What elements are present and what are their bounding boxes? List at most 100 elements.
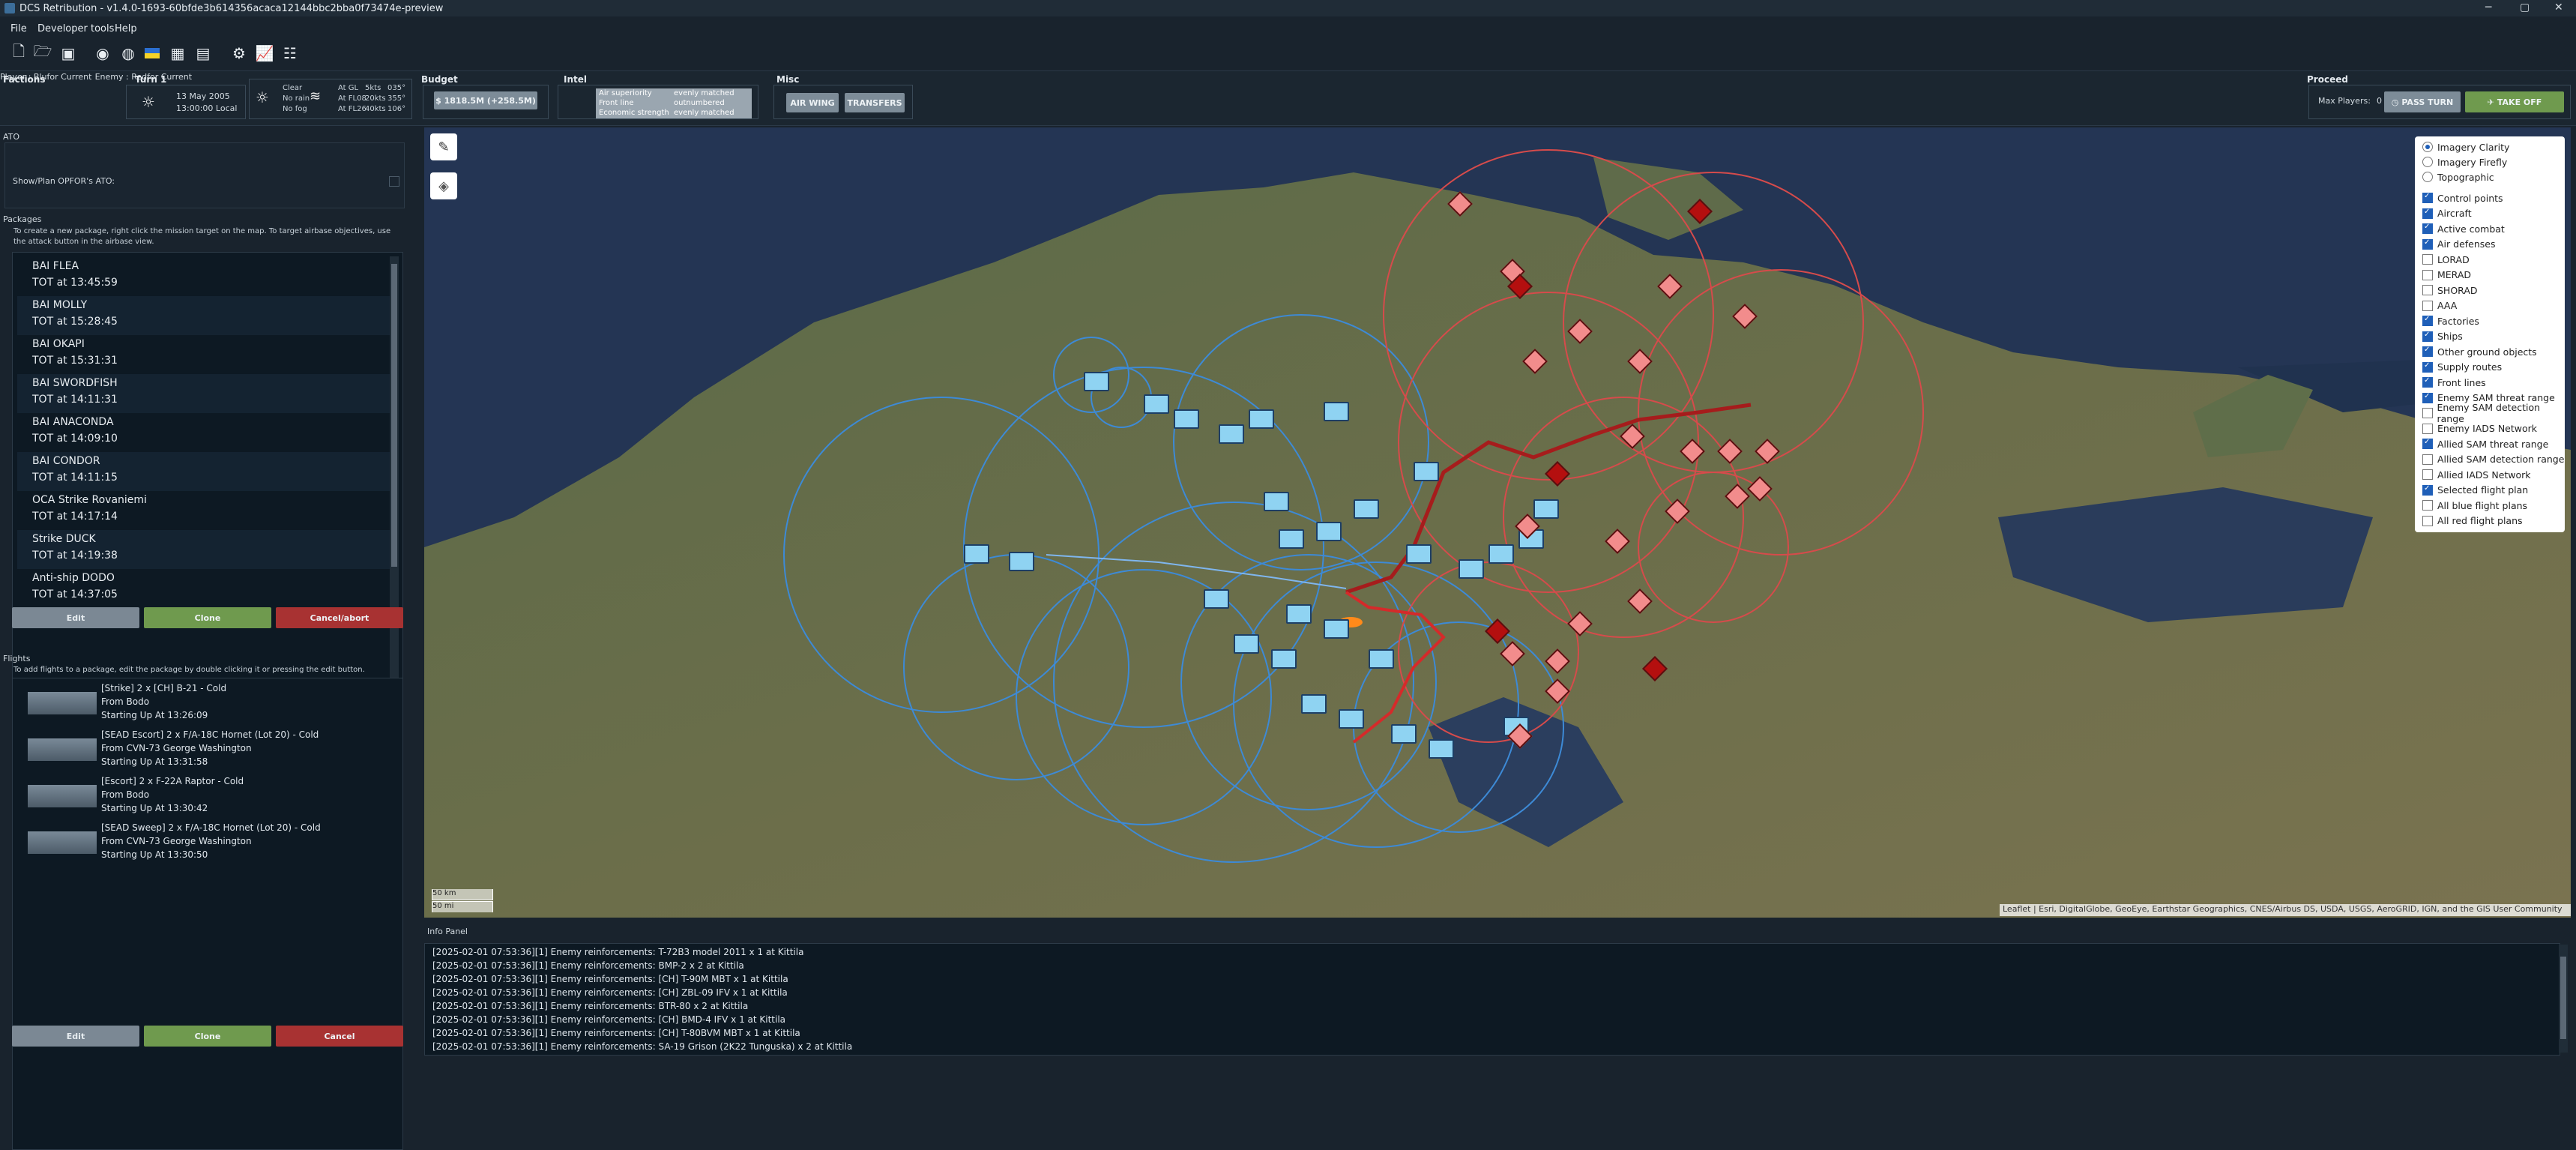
package-item[interactable]: BAI SWORDFISH TOT at 14:11:31 [17,374,392,413]
report-icon[interactable]: ☷ [280,43,300,63]
layer-option[interactable]: Control points [2422,190,2503,205]
package-item[interactable]: Strike DUCK TOT at 14:19:38 [17,530,392,569]
basemap-option[interactable]: Imagery Clarity [2422,139,2509,154]
allied-unit-icon[interactable] [1234,634,1259,654]
allied-unit-icon[interactable] [1084,372,1109,391]
flight-item[interactable]: [SEAD Sweep] 2 x F/A-18C Hornet (Lot 20)… [14,821,404,867]
allied-unit-icon[interactable] [1301,694,1327,714]
allied-unit-icon[interactable] [1391,724,1417,744]
notes-icon[interactable]: ▤ [193,43,213,63]
show-opfor-checkbox[interactable] [389,176,399,187]
layer-checkbox[interactable] [2422,469,2433,480]
allied-unit-icon[interactable] [1279,529,1304,549]
package-clone-button[interactable]: Clone [144,607,271,628]
layer-option[interactable]: Supply routes [2422,360,2502,375]
ukraine-flag-icon[interactable] [142,43,162,63]
allied-unit-icon[interactable] [1174,409,1199,429]
satellite-map-image[interactable] [424,127,2571,918]
layer-option[interactable]: LORAD [2422,252,2470,267]
allied-unit-icon[interactable] [1249,409,1274,429]
layer-option[interactable]: Ships [2422,329,2463,344]
layer-checkbox[interactable] [2422,392,2433,403]
packages-scroll-thumb[interactable] [391,264,397,567]
allied-unit-icon[interactable] [1459,559,1484,579]
menu-developer-tools[interactable]: Developer tools [37,23,114,34]
package-item[interactable]: Anti-ship DODO TOT at 14:37:05 [17,569,392,608]
layer-checkbox[interactable] [2422,269,2433,280]
layer-checkbox[interactable] [2422,331,2433,342]
package-edit-button[interactable]: Edit [12,607,139,628]
layer-option[interactable]: Front lines [2422,375,2486,390]
draw-tool-icon[interactable]: ✎ [430,133,457,160]
info-log[interactable]: [2025-02-01 07:53:36][1] Enemy reinforce… [424,943,2560,1056]
basemap-radio[interactable] [2422,142,2433,152]
layer-checkbox[interactable] [2422,484,2433,496]
layer-checkbox[interactable] [2422,408,2433,418]
layer-checkbox[interactable] [2422,515,2433,526]
layer-option[interactable]: All blue flight plans [2422,498,2527,513]
package-cancel-button[interactable]: Cancel/abort [276,607,403,628]
package-item[interactable]: OCA Strike Rovaniemi TOT at 14:17:14 [17,491,392,530]
package-item[interactable]: BAI OKAPI TOT at 15:31:31 [17,335,392,374]
air-wing-button[interactable]: AIR WING [786,93,839,112]
package-item[interactable]: BAI ANACONDA TOT at 14:09:10 [17,413,392,452]
flight-clone-button[interactable]: Clone [144,1026,271,1047]
layer-option[interactable]: Aircraft [2422,206,2472,221]
package-item[interactable]: BAI FLEA TOT at 13:45:59 [17,257,392,296]
allied-unit-icon[interactable] [1369,649,1394,669]
basemap-radio[interactable] [2422,157,2433,167]
budget-button[interactable]: $ 1818.5M (+258.5M) [434,91,537,109]
map-attribution[interactable]: Leaflet | Esri, DigitalGlobe, GeoEye, Ea… [2000,904,2571,916]
layer-option[interactable]: AAA [2422,298,2457,313]
new-file-icon[interactable]: 🗋 [9,42,28,63]
layer-checkbox[interactable] [2422,361,2433,373]
layer-option[interactable]: Allied SAM detection range [2422,452,2564,467]
allied-unit-icon[interactable] [1414,462,1439,481]
allied-unit-icon[interactable] [1219,424,1244,444]
flight-item[interactable]: [SEAD Escort] 2 x F/A-18C Hornet (Lot 20… [14,728,404,774]
layer-option[interactable]: Selected flight plan [2422,483,2528,498]
layer-option[interactable]: Enemy SAM detection range [2422,402,2565,424]
layer-checkbox[interactable] [2422,315,2433,326]
layer-option[interactable]: Enemy IADS Network [2422,421,2537,436]
layer-checkbox[interactable] [2422,423,2433,434]
layer-checkbox[interactable] [2422,454,2433,465]
github-icon[interactable]: ◍ [118,43,138,63]
layer-option[interactable]: All red flight plans [2422,514,2523,529]
flight-item[interactable]: [Escort] 2 x F-22A Raptor - Cold From Bo… [14,774,404,821]
basemap-option[interactable]: Topographic [2422,169,2494,184]
take-off-button[interactable]: ✈ TAKE OFF [2465,91,2564,112]
maximize-icon[interactable]: ▢ [2520,1,2530,13]
layer-option[interactable]: Air defenses [2422,237,2496,252]
layer-checkbox[interactable] [2422,192,2433,203]
allied-unit-icon[interactable] [1009,552,1034,571]
layer-checkbox[interactable] [2422,285,2433,295]
allied-unit-icon[interactable] [1324,619,1349,639]
pass-turn-button[interactable]: ◷ PASS TURN [2384,91,2461,112]
map-view[interactable]: ✎ ◈ 50 km 50 mi Leaflet | Esri, DigitalG… [424,127,2571,918]
package-item[interactable]: BAI CONDOR TOT at 14:11:15 [17,452,392,491]
flight-edit-button[interactable]: Edit [12,1026,139,1047]
menu-help[interactable]: Help [115,23,137,34]
layer-option[interactable]: Allied SAM threat range [2422,436,2548,451]
intel-summary-button[interactable]: Air superiority evenly matched Front lin… [596,88,752,118]
layer-checkbox[interactable] [2422,376,2433,388]
layer-checkbox[interactable] [2422,208,2433,219]
layer-checkbox[interactable] [2422,300,2433,311]
layer-option[interactable]: Active combat [2422,221,2505,236]
layer-checkbox[interactable] [2422,254,2433,265]
menu-file[interactable]: File [10,23,27,34]
layer-option[interactable]: MERAD [2422,268,2471,283]
allied-unit-icon[interactable] [1354,499,1379,519]
discord-icon[interactable]: ◉ [93,43,112,63]
close-icon[interactable]: ✕ [2554,1,2563,13]
layer-option[interactable]: Allied IADS Network [2422,467,2531,482]
liberation-icon[interactable]: ▦ [168,43,187,63]
allied-unit-icon[interactable] [1429,739,1454,759]
allied-unit-icon[interactable] [1533,499,1559,519]
minimize-icon[interactable]: ─ [2485,1,2491,13]
layer-checkbox[interactable] [2422,346,2433,357]
packages-scrollbar[interactable] [390,256,399,729]
allied-unit-icon[interactable] [1271,649,1297,669]
allied-unit-icon[interactable] [1324,402,1349,421]
